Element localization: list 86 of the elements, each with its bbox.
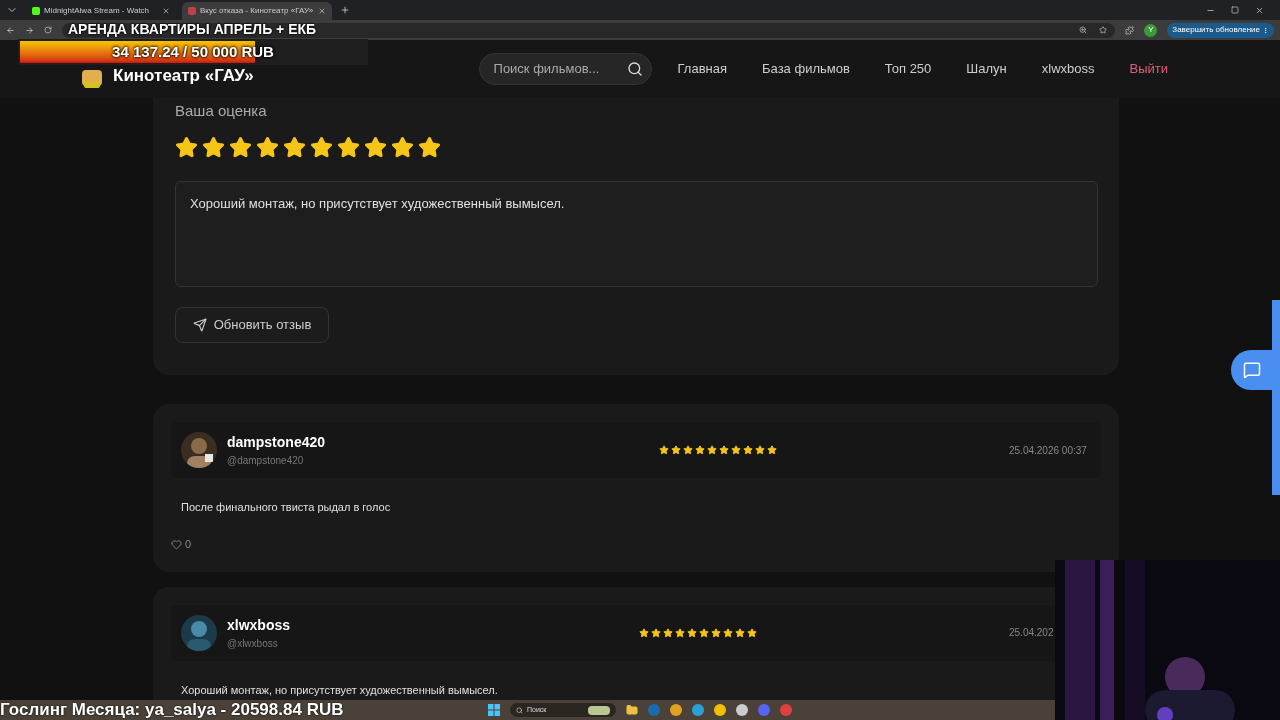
review-textarea[interactable]: Хороший монтаж, но присутствует художественный вымысел.: [175, 181, 1098, 287]
profile-avatar[interactable]: Y: [1144, 23, 1158, 37]
star-icon: [202, 136, 225, 159]
star-icon: [175, 136, 198, 159]
review-date: 25.04.202: [1009, 626, 1055, 640]
bookmark-icon[interactable]: [1099, 26, 1108, 34]
chat-icon: [1242, 361, 1261, 379]
user-name[interactable]: xlwxboss: [227, 614, 427, 636]
star-icon: [310, 136, 333, 159]
submit-review-button[interactable]: Обновить отзыв: [175, 307, 329, 343]
search-icon: [516, 706, 523, 714]
browser-tab[interactable]: Вкус отказа - Кинотеатр «ГАУ»: [182, 2, 332, 20]
star-icon: [256, 136, 279, 159]
star-icon: [675, 627, 685, 638]
heart-icon: [171, 538, 182, 550]
star-icon: [723, 627, 733, 638]
maximize-icon[interactable]: [1231, 6, 1239, 14]
site-logo-text[interactable]: Кинотеатр «ГАУ»: [113, 66, 254, 86]
star-icon: [719, 445, 729, 455]
like-button[interactable]: 0: [171, 536, 1101, 553]
review-text: После финального твиста рыдал в голос: [181, 500, 392, 514]
goal-title: АРЕНДА КВАРТИРЫ АПРЕЛЬ + ЕКБ: [68, 20, 317, 39]
search-placeholder: Поиск фильмов...: [493, 60, 601, 79]
nav-link[interactable]: Топ 250: [884, 59, 932, 79]
star-icon: [735, 627, 745, 638]
app-icon[interactable]: [670, 704, 682, 716]
star-icon: [229, 136, 252, 159]
star-icon: [767, 445, 777, 455]
close-icon[interactable]: [162, 7, 170, 15]
nav-link[interactable]: Шалун: [966, 59, 1007, 79]
close-icon[interactable]: [318, 7, 326, 15]
star-icon: [671, 445, 681, 455]
chat-button[interactable]: [1231, 350, 1272, 390]
rating-label: Ваша оценка: [175, 101, 268, 121]
windows-logo-icon[interactable]: [488, 704, 500, 716]
review-text: Хороший монтаж, но присутствует художественный вымысел.: [181, 682, 499, 697]
favicon-icon: [32, 7, 40, 15]
folder-icon[interactable]: [626, 704, 638, 716]
star-icon: [283, 136, 306, 159]
user-handle: @xlwxboss: [227, 636, 279, 651]
star-icon: [683, 445, 693, 455]
star-icon: [699, 627, 709, 638]
search-field[interactable]: Поиск фильмов...: [478, 53, 652, 85]
tab-title: Вкус отказа - Кинотеатр «ГАУ»: [200, 5, 314, 17]
scrollbar-thumb[interactable]: [1272, 300, 1280, 495]
star-icon: [337, 136, 360, 159]
star-icon: [659, 445, 669, 455]
star-icon: [707, 445, 717, 455]
star-icon: [747, 627, 757, 638]
address-bar[interactable]: [62, 22, 1116, 38]
star-icon: [651, 627, 661, 638]
app-icon[interactable]: [692, 704, 704, 716]
user-name[interactable]: dampstone420: [227, 432, 427, 453]
back-icon[interactable]: [6, 25, 15, 35]
app-icon[interactable]: [736, 704, 748, 716]
star-icon: [418, 136, 441, 159]
send-icon: [192, 318, 207, 332]
star-icon: [639, 627, 649, 638]
star-icon: [687, 627, 697, 638]
tab-title: MidnightAlwa Stream - Watch: [44, 5, 151, 17]
search-icon[interactable]: [626, 61, 643, 77]
star-icon: [391, 136, 414, 159]
star-icon: [755, 445, 765, 455]
nav-link[interactable]: База фильмов: [762, 59, 850, 79]
star-icon: [711, 627, 721, 638]
star-icon: [663, 627, 673, 638]
forward-icon[interactable]: [25, 25, 34, 35]
reload-icon[interactable]: [44, 26, 52, 34]
zoom-icon[interactable]: [1079, 26, 1088, 34]
star-icon: [364, 136, 387, 159]
favicon-icon: [188, 7, 196, 15]
extensions-icon[interactable]: [1125, 25, 1135, 35]
close-icon[interactable]: [1255, 6, 1264, 15]
nav-link[interactable]: xlwxboss: [1041, 59, 1095, 79]
review-date: 25.04.2026 00:37: [1009, 443, 1088, 458]
nav-link[interactable]: Главная: [677, 59, 727, 79]
ticker-text: Гослинг Месяца: ya_salya - 20598.84 RUB: [0, 700, 345, 720]
nav-link[interactable]: Выйти: [1129, 59, 1168, 79]
browser-tab[interactable]: MidnightAlwa Stream - Watch: [26, 2, 176, 20]
star-icon: [695, 445, 705, 455]
star-icon: [731, 445, 741, 455]
update-button[interactable]: Завершить обновление: [1167, 22, 1274, 38]
user-handle: @dampstone420: [227, 454, 305, 468]
star-icon: [743, 445, 753, 455]
app-icon[interactable]: [714, 704, 726, 716]
new-tab-icon[interactable]: [340, 5, 350, 15]
